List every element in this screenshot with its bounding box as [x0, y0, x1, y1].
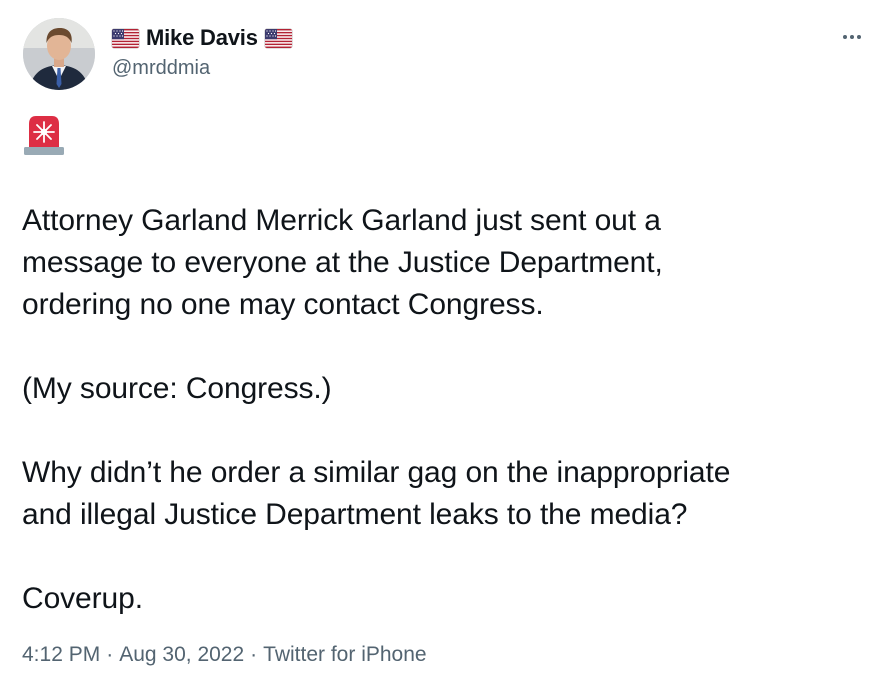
tweet-meta: 4:12 PM · Aug 30, 2022 · Twitter for iPh… — [22, 643, 427, 667]
profile-photo — [23, 18, 95, 90]
tweet-line: message to everyone at the Justice Depar… — [22, 246, 663, 279]
us-flag-icon — [264, 28, 292, 48]
tweet-line: (My source: Congress.) — [22, 372, 332, 405]
dot — [843, 35, 847, 39]
police-light-siren-icon — [22, 114, 66, 156]
tweet-line: Attorney Garland Merrick Garland just se… — [22, 204, 661, 237]
dot — [850, 35, 854, 39]
user-handle[interactable]: @mrddmia — [112, 57, 210, 80]
tweet-text: Attorney Garland Merrick Garland just se… — [22, 200, 862, 620]
display-name[interactable]: Mike Davis — [146, 25, 258, 51]
name-row[interactable]: Mike Davis — [112, 24, 292, 52]
tweet-line: ordering no one may contact Congress. — [22, 288, 544, 321]
separator: · — [106, 643, 114, 666]
tweet-line: Why didn’t he order a similar gag on the… — [22, 456, 731, 489]
separator: · — [250, 643, 258, 666]
dot — [857, 35, 861, 39]
tweet-time[interactable]: 4:12 PM — [22, 643, 100, 667]
us-flag-icon — [112, 28, 139, 48]
tweet-line: and illegal Justice Department leaks to … — [22, 498, 688, 531]
tweet-date[interactable]: Aug 30, 2022 — [119, 643, 244, 667]
avatar[interactable] — [23, 18, 95, 90]
tweet-source[interactable]: Twitter for iPhone — [263, 643, 426, 667]
more-options-icon[interactable] — [837, 24, 867, 50]
tweet-line: Coverup. — [22, 582, 143, 615]
tweet-card: Mike Davis @mrddmia Attorney Garland Mer… — [0, 0, 880, 691]
